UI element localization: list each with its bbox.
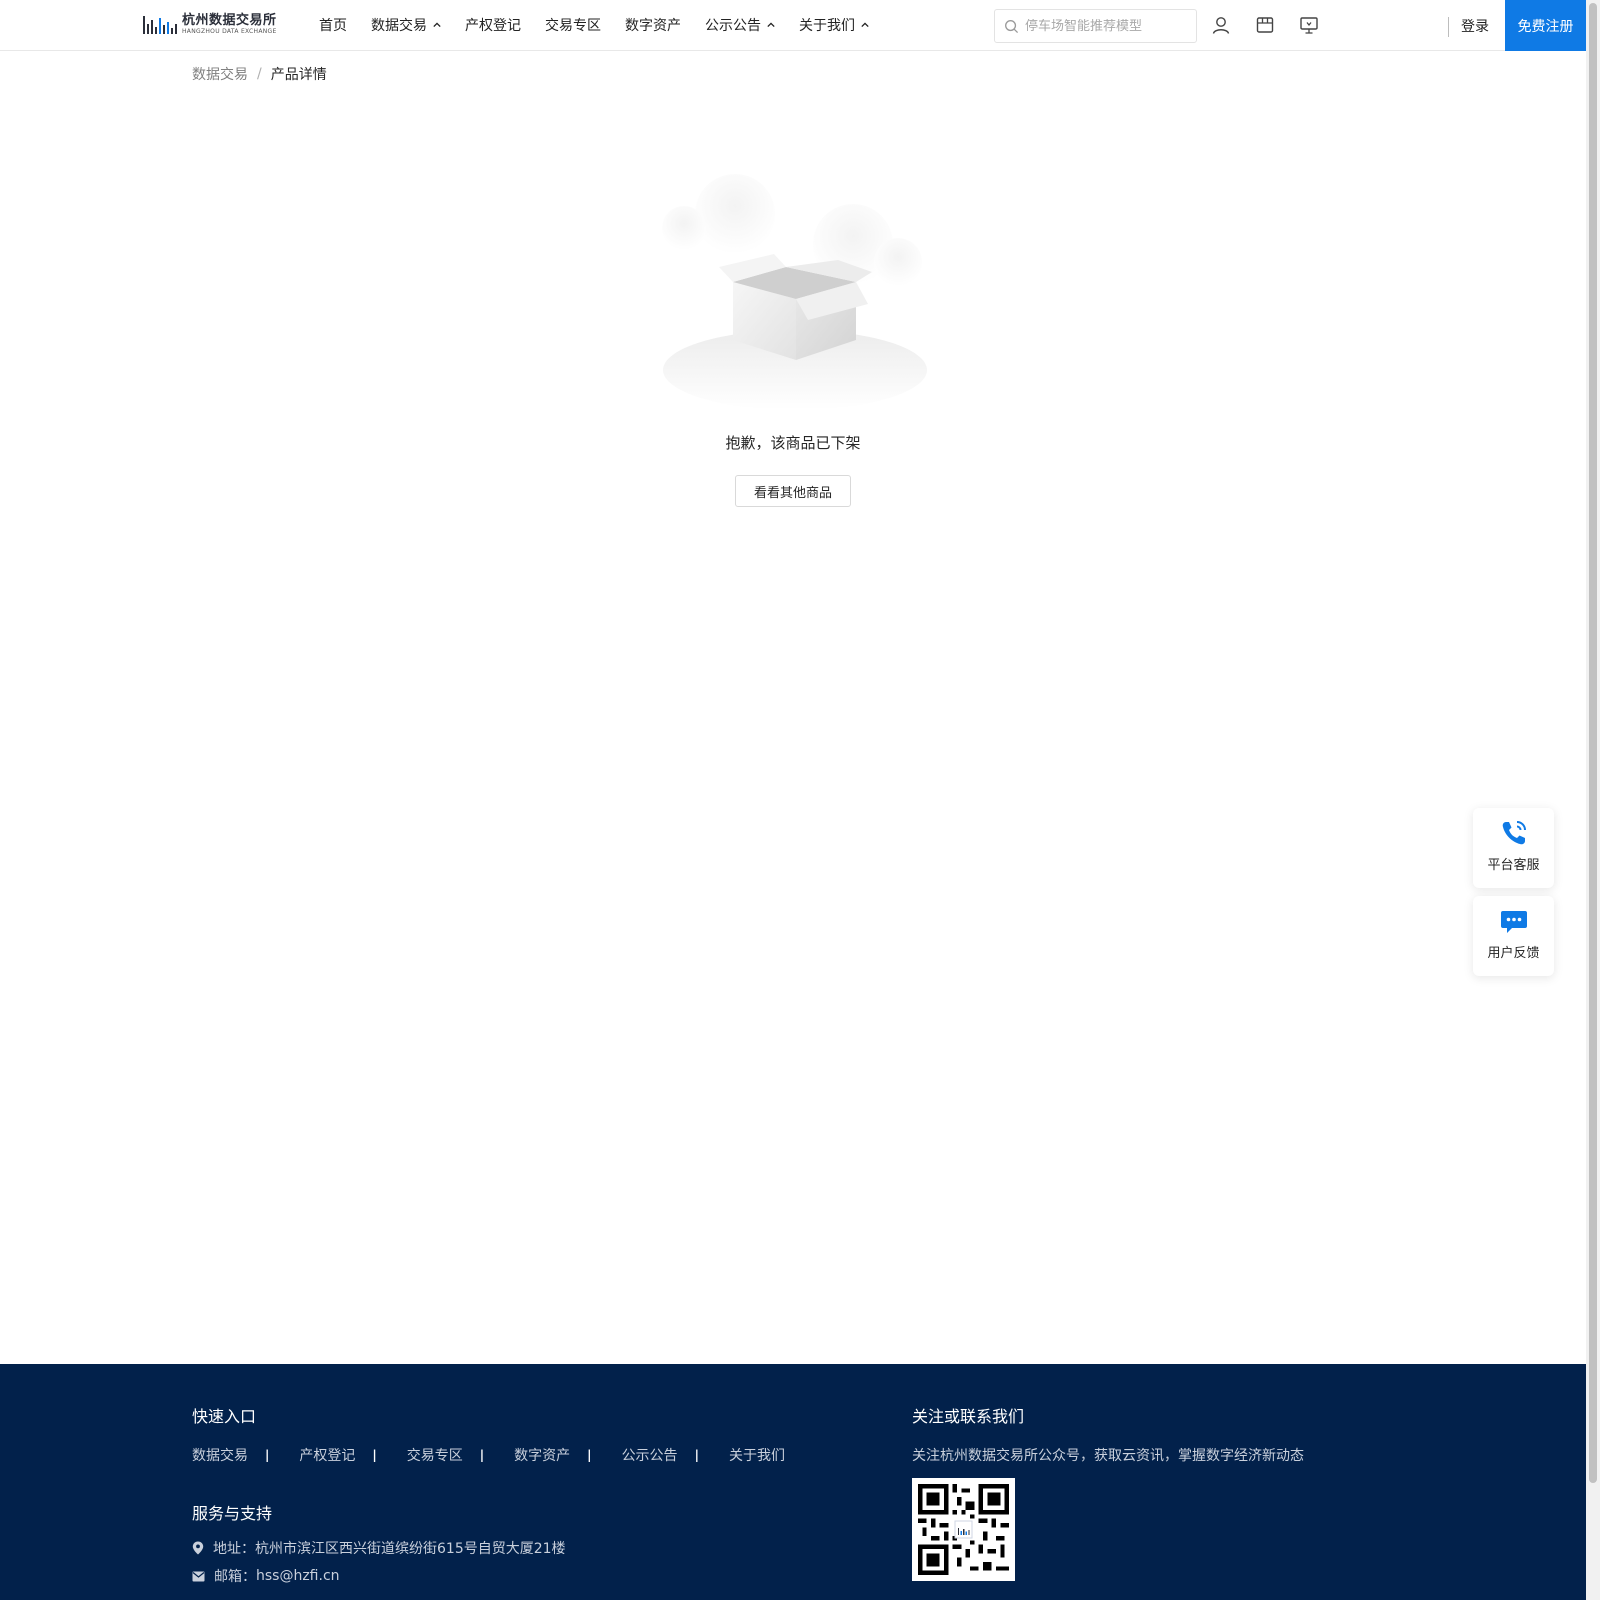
user-icon[interactable] [1211,15,1231,35]
monitor-icon[interactable] [1299,15,1319,35]
footer-link-property-register[interactable]: 产权登记 [299,1445,355,1465]
footer-address-row: 地址：杭州市滨江区西兴街道缤纷街615号自贸大厦21楼 [192,1538,566,1558]
nav-item-home[interactable]: 首页 [319,15,347,35]
nav-item-announcements[interactable]: 公示公告 [705,15,775,35]
chevron-up-icon [767,22,775,28]
header-divider [1448,17,1449,37]
user-feedback-label: 用户反馈 [1487,946,1540,961]
site-logo[interactable]: 杭州数据交易所 HANGZHOU DATA EXCHANGE [143,9,277,39]
store-icon[interactable] [1255,15,1275,35]
logo-text-cn: 杭州数据交易所 [182,12,277,28]
mail-icon [192,1571,205,1581]
follow-us-title: 关注或联系我们 [912,1407,1025,1426]
scrollbar-thumb[interactable] [1589,3,1597,1483]
search-input[interactable] [1025,18,1190,34]
footer-email-label: 邮箱： [214,1569,256,1585]
support-title: 服务与支持 [192,1504,273,1523]
nav-item-digital-assets[interactable]: 数字资产 [625,15,681,35]
footer-email-row: 邮箱： hss@hzfi.cn [192,1566,340,1586]
location-pin-icon [192,1541,204,1555]
nav-item-data-trade[interactable]: 数据交易 [371,15,441,35]
follow-us-description: 关注杭州数据交易所公众号，获取云资讯，掌握数字经济新动态 [912,1448,1304,1464]
footer-link-divider: | [694,1448,699,1462]
footer-email[interactable]: hss@hzfi.cn [256,1568,340,1584]
footer-link-divider: | [372,1448,377,1462]
search-box [994,9,1197,43]
nav-label: 关于我们 [799,18,855,34]
footer-link-divider: | [265,1448,270,1462]
register-button[interactable]: 免费注册 [1505,0,1586,51]
footer-quick-links: 数据交易 | 产权登记 | 交易专区 | 数字资产 | 公示公告 | 关于我们 [192,1445,785,1465]
user-feedback-widget[interactable]: 用户反馈 [1473,896,1554,976]
footer-link-divider: | [479,1448,485,1462]
chat-icon [1500,911,1527,933]
search-icon [1005,19,1019,33]
chevron-up-icon [433,22,441,28]
quick-entry-title: 快速入口 [192,1407,257,1426]
nav-label: 公示公告 [705,18,761,34]
platform-service-label: 平台客服 [1487,858,1540,873]
empty-box-icon [662,174,927,410]
top-navbar: 杭州数据交易所 HANGZHOU DATA EXCHANGE 首页 数据交易 产… [0,0,1586,51]
empty-message: 抱歉，该商品已下架 [725,434,861,452]
nav-item-about-us[interactable]: 关于我们 [799,15,869,35]
qr-code-image [918,1484,1009,1575]
nav-label: 产权登记 [465,18,521,34]
nav-item-property-register[interactable]: 产权登记 [465,15,521,35]
footer-link-trade-zone[interactable]: 交易专区 [407,1445,463,1465]
breadcrumb-separator: / [257,66,262,82]
wechat-qr-code [912,1478,1015,1581]
main-nav: 首页 数据交易 产权登记 交易专区 数字资产 公示公告 关于我们 [319,0,893,50]
nav-item-trade-zone[interactable]: 交易专区 [545,15,601,35]
breadcrumb: 数据交易 / 产品详情 [192,64,327,84]
footer-link-digital-assets[interactable]: 数字资产 [514,1445,570,1465]
nav-label: 数字资产 [625,18,681,34]
nav-label: 交易专区 [545,18,601,34]
footer-address: 地址：杭州市滨江区西兴街道缤纷街615号自贸大厦21楼 [213,1541,566,1557]
platform-service-widget[interactable]: 平台客服 [1473,808,1554,888]
breadcrumb-parent[interactable]: 数据交易 [192,64,248,84]
view-other-products-button[interactable]: 看看其他商品 [735,475,851,507]
footer-link-divider: | [587,1448,592,1462]
logo-mark-icon [143,10,179,38]
phone-icon [1502,821,1526,845]
site-footer: 快速入口 数据交易 | 产权登记 | 交易专区 | 数字资产 | 公示公告 | 关于我们 … [0,1364,1586,1600]
footer-link-data-trade[interactable]: 数据交易 [192,1445,248,1465]
nav-label: 首页 [319,18,347,34]
breadcrumb-current: 产品详情 [270,67,327,83]
footer-link-about-us[interactable]: 关于我们 [729,1445,785,1465]
logo-text-en: HANGZHOU DATA EXCHANGE [182,27,277,35]
nav-label: 数据交易 [371,18,427,34]
login-link[interactable]: 登录 [1461,16,1489,36]
chevron-up-icon [861,22,869,28]
footer-link-announcements[interactable]: 公示公告 [622,1445,678,1465]
